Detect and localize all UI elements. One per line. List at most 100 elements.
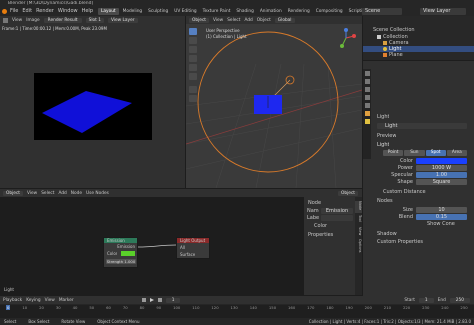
image-menu-view[interactable]: View	[12, 18, 22, 23]
emission-strength-field[interactable]: Strength 1.000	[106, 259, 136, 264]
tab-texture-paint[interactable]: Texture Paint	[201, 8, 233, 15]
viewport-menu-object[interactable]: Object	[257, 18, 271, 23]
timeline-menu-marker[interactable]: Marker	[59, 298, 74, 303]
node-panel-header[interactable]: Node	[308, 200, 321, 206]
menu-edit[interactable]: Edit	[22, 8, 32, 15]
play-icon[interactable]	[149, 298, 154, 302]
object-tab-icon[interactable]	[364, 111, 370, 116]
sidebar-tab-tool[interactable]: Tool	[355, 215, 362, 225]
sidebar-tab-view[interactable]: View	[355, 227, 362, 237]
object-selector[interactable]: Object	[338, 190, 358, 196]
node-menu-add[interactable]: Add	[58, 191, 66, 196]
node-menu-select[interactable]: Select	[41, 191, 54, 196]
nodes-panel-header[interactable]: Nodes	[377, 198, 393, 204]
light-type-sun[interactable]: Sun	[404, 150, 425, 156]
menu-file[interactable]: File	[10, 8, 18, 15]
node-menu-view[interactable]: View	[27, 191, 37, 196]
start-frame-field[interactable]: 1	[418, 297, 434, 303]
tab-layout[interactable]: Layout	[98, 8, 119, 15]
show-cone-checkbox[interactable]: Show Cone	[427, 221, 455, 227]
timeline-menu-keying[interactable]: Keying	[26, 298, 40, 303]
light-data-tab-icon[interactable]	[364, 119, 370, 124]
annotate-tool-icon[interactable]	[189, 86, 197, 93]
scene-selector[interactable]: Scene	[362, 8, 402, 15]
view-layer-selector[interactable]: View Layer	[420, 8, 466, 15]
emission-node[interactable]: Emission Emission Color Strength 1.000	[103, 237, 138, 268]
light-type-point[interactable]: Point	[383, 150, 404, 156]
node-name-field[interactable]: Emission	[321, 208, 353, 214]
shader-type-selector[interactable]: Object	[3, 190, 23, 196]
timeline-ruler[interactable]: 0 10 20 30 40 50 60 70 80 90 100 110 120…	[0, 305, 474, 318]
current-frame-field[interactable]: 1	[165, 297, 181, 303]
jump-end-icon[interactable]	[157, 298, 162, 302]
measure-tool-icon[interactable]	[189, 95, 197, 102]
render-tab-icon[interactable]	[364, 79, 370, 84]
emission-color-swatch[interactable]	[121, 251, 135, 256]
size-field[interactable]: 10	[416, 207, 467, 213]
sidebar-tab-node[interactable]: Node	[355, 201, 362, 213]
blend-field[interactable]: 0.15	[416, 214, 467, 220]
rotate-tool-icon[interactable]	[189, 55, 197, 62]
timeline-menu-view[interactable]: View	[45, 298, 55, 303]
viewport-menu-add[interactable]: Add	[244, 18, 252, 23]
tab-shading[interactable]: Shading	[234, 8, 255, 15]
layer-selector[interactable]: View Layer	[107, 17, 138, 23]
tab-compositing[interactable]: Compositing	[314, 8, 345, 15]
tab-uv-editing[interactable]: UV Editing	[172, 8, 198, 15]
light-output-target[interactable]: All	[180, 245, 185, 250]
image-name-field[interactable]: Render Result	[43, 17, 82, 23]
transform-tool-icon[interactable]	[189, 73, 197, 80]
blender-logo-icon[interactable]	[2, 9, 7, 14]
use-nodes-checkbox[interactable]: Use Nodes	[86, 191, 109, 196]
light-type-spot[interactable]: Spot	[425, 150, 446, 156]
menu-window[interactable]: Window	[58, 8, 78, 15]
power-field[interactable]: 1000 W	[416, 165, 467, 171]
sidebar-tab-options[interactable]: Options	[355, 239, 362, 255]
light-panel-header[interactable]: Light	[377, 142, 389, 148]
shape-field[interactable]: Square	[416, 179, 467, 185]
node-menu-node[interactable]: Node	[71, 191, 82, 196]
tab-animation[interactable]: Animation	[258, 8, 284, 15]
select-tool-icon[interactable]	[189, 28, 197, 35]
custom-distance-toggle[interactable]: Custom Distance	[383, 189, 426, 195]
tab-sculpting[interactable]: Sculpting	[146, 8, 170, 15]
node-color-toggle[interactable]: Color	[314, 223, 327, 229]
navigation-gizmo[interactable]	[336, 28, 356, 48]
image-menu-image[interactable]: Image	[26, 18, 39, 23]
outliner-item[interactable]: Plane	[363, 52, 474, 58]
timeline-menu-playback[interactable]: Playback	[3, 298, 22, 303]
viewport-3d[interactable]: Object View Select Add Object Global Use…	[186, 16, 362, 188]
menu-render[interactable]: Render	[36, 8, 54, 15]
node-label-field[interactable]	[321, 215, 353, 221]
shadow-panel-header[interactable]: Shadow	[377, 231, 397, 237]
world-tab-icon[interactable]	[364, 103, 370, 108]
node-editor[interactable]: Object View Select Add Node Use Nodes Ob…	[0, 189, 362, 295]
specular-field[interactable]: 1.00	[416, 172, 467, 178]
slot-selector[interactable]: Slot 1	[85, 17, 104, 23]
jump-start-icon[interactable]	[141, 298, 146, 302]
light-datablock-field[interactable]: Light	[377, 123, 467, 129]
transform-orientation[interactable]: Global	[274, 17, 295, 23]
light-type-area[interactable]: Area	[446, 150, 467, 156]
scale-tool-icon[interactable]	[189, 64, 197, 71]
tab-rendering[interactable]: Rendering	[286, 8, 312, 15]
mode-selector[interactable]: Object	[189, 17, 209, 23]
move-tool-icon[interactable]	[189, 46, 197, 53]
node-properties-header[interactable]: Properties	[308, 232, 333, 238]
viewport-menu-select[interactable]: Select	[227, 18, 240, 23]
scene-tab-icon[interactable]	[364, 95, 370, 100]
current-frame-marker[interactable]: 0	[6, 305, 11, 310]
editor-type-icon[interactable]	[3, 17, 8, 23]
output-tab-icon[interactable]	[364, 87, 370, 92]
tab-modeling[interactable]: Modeling	[121, 8, 145, 15]
viewport-menu-view[interactable]: View	[213, 18, 223, 23]
custom-properties-header[interactable]: Custom Properties	[377, 239, 423, 245]
preview-panel-header[interactable]: Preview	[377, 133, 396, 139]
cursor-tool-icon[interactable]	[189, 37, 197, 44]
end-frame-field[interactable]: 250	[449, 297, 470, 303]
node-canvas[interactable]: Emission Emission Color Strength 1.000 L…	[0, 197, 304, 295]
tool-tab-icon[interactable]	[364, 71, 370, 76]
menu-help[interactable]: Help	[82, 8, 93, 15]
light-color-swatch[interactable]	[416, 158, 467, 164]
light-output-node[interactable]: Light Output All Surface	[176, 237, 210, 259]
